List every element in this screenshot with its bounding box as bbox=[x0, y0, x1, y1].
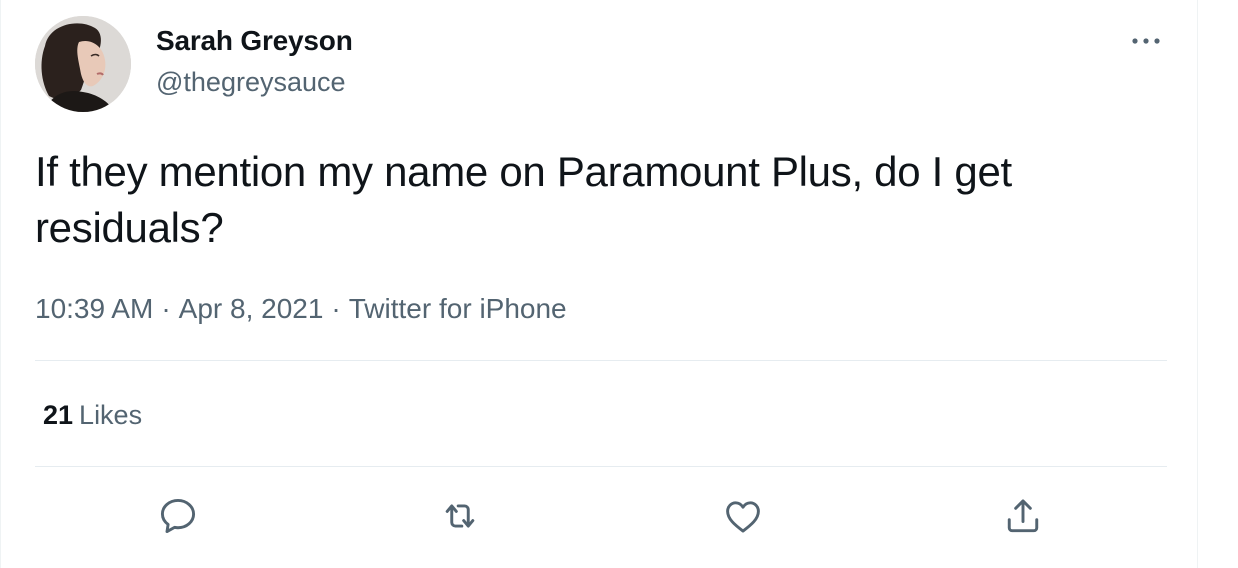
meta-separator: · bbox=[331, 293, 341, 324]
divider bbox=[35, 360, 1167, 361]
retweet-button[interactable] bbox=[438, 494, 482, 538]
avatar[interactable] bbox=[35, 16, 131, 112]
tweet-text: If they mention my name on Paramount Plu… bbox=[35, 148, 1012, 251]
tweet-date[interactable]: Apr 8, 2021 bbox=[179, 293, 324, 324]
share-button[interactable] bbox=[1001, 494, 1045, 538]
share-icon bbox=[1007, 499, 1039, 533]
divider bbox=[35, 466, 1167, 467]
tweet-source[interactable]: Twitter for iPhone bbox=[349, 293, 567, 324]
author-display-name[interactable]: Sarah Greyson bbox=[156, 24, 353, 58]
like-icon bbox=[726, 501, 760, 533]
meta-separator: · bbox=[161, 293, 171, 324]
tweet-card: Sarah Greyson @thegreysauce If they ment… bbox=[0, 0, 1198, 568]
reply-button[interactable] bbox=[156, 494, 200, 538]
tweet-time[interactable]: 10:39 AM bbox=[35, 293, 153, 324]
reply-icon bbox=[160, 498, 196, 534]
author-handle[interactable]: @thegreysauce bbox=[156, 65, 346, 99]
retweet-icon bbox=[445, 504, 475, 528]
tweet-metadata: 10:39 AM · Apr 8, 2021 · Twitter for iPhone bbox=[35, 292, 567, 326]
more-options-glyph bbox=[1132, 38, 1160, 44]
likes-count: 21 bbox=[43, 400, 74, 430]
like-button[interactable] bbox=[721, 494, 765, 538]
avatar-image bbox=[35, 16, 131, 112]
likes-stat[interactable]: 21 Likes bbox=[43, 398, 142, 432]
likes-label: Likes bbox=[79, 400, 143, 430]
page: Sarah Greyson @thegreysauce If they ment… bbox=[0, 0, 1238, 568]
more-options-icon[interactable] bbox=[1125, 28, 1169, 54]
